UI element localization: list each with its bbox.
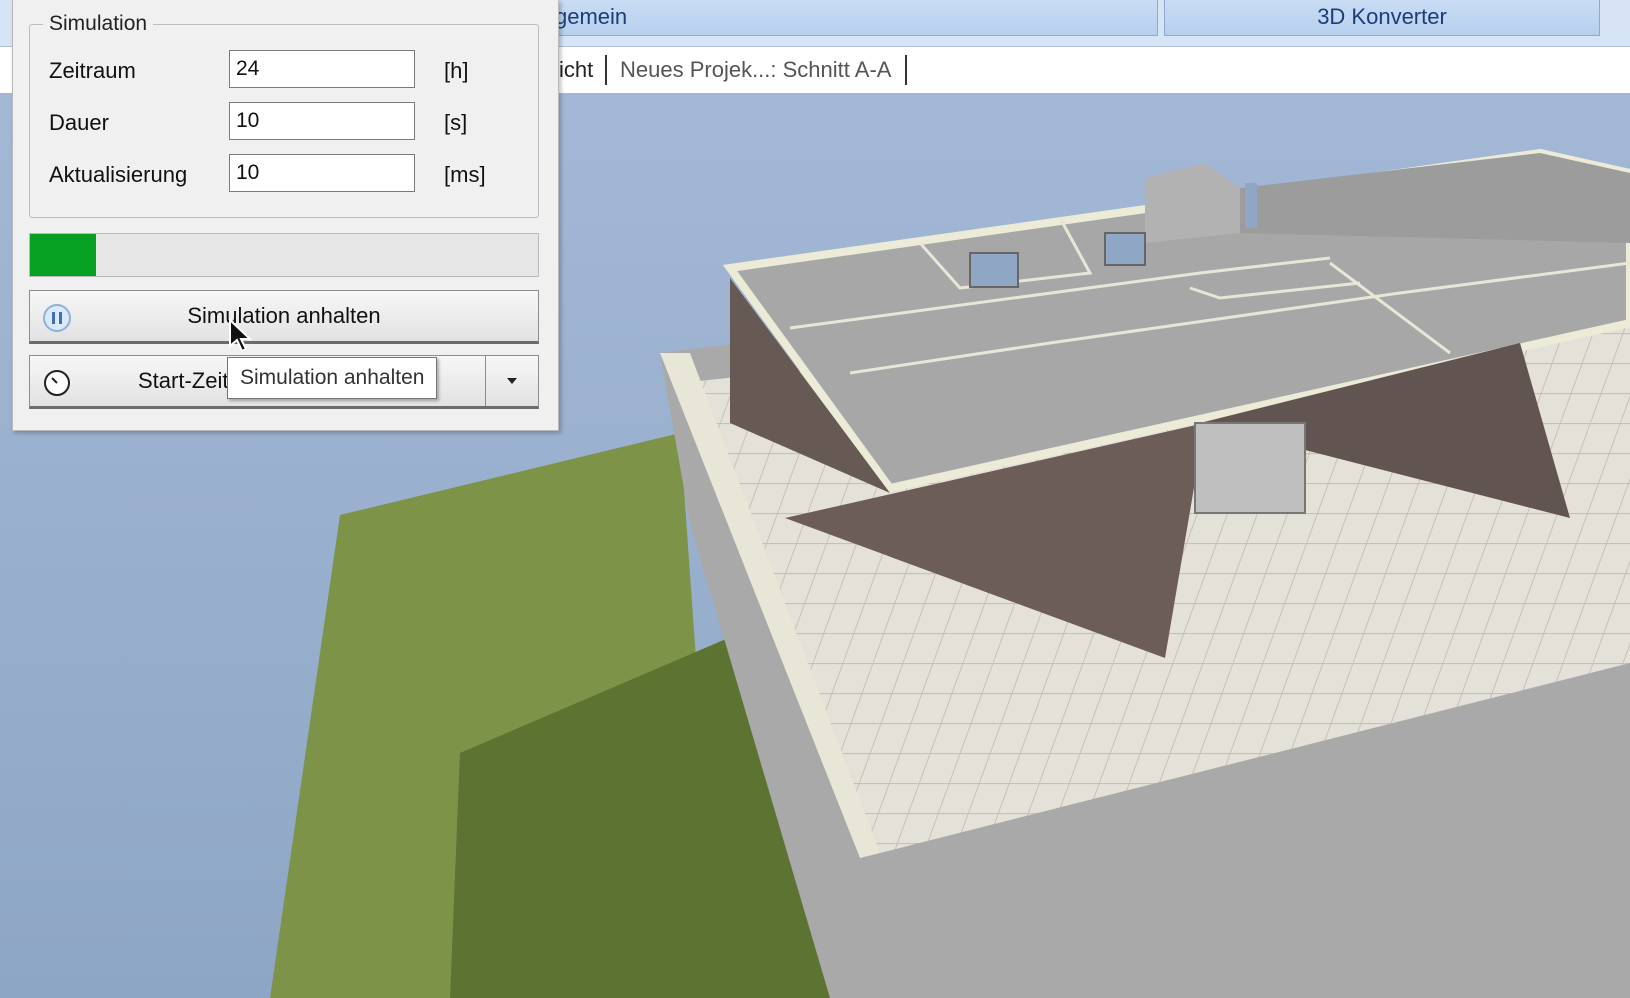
aktualisierung-input[interactable]: 10 [229, 154, 415, 192]
pause-icon [43, 304, 71, 332]
tab-separator [605, 55, 607, 85]
start-time-label: Start-Zeitp [138, 368, 241, 393]
dauer-label: Dauer [49, 110, 109, 135]
doc-tab-schnitt[interactable]: Neues Projek...: Schnitt A-A [620, 57, 891, 83]
mouse-cursor-icon [229, 318, 252, 353]
simulation-progress-bar [29, 233, 539, 277]
aktualisierung-unit: [ms] [444, 162, 486, 187]
aktualisierung-label: Aktualisierung [49, 162, 188, 187]
dauer-unit: [s] [444, 110, 468, 135]
clock-icon [44, 370, 70, 396]
pause-simulation-label: Simulation anhalten [187, 303, 381, 328]
tooltip: Simulation anhalten [227, 357, 438, 399]
zeitraum-unit: [h] [444, 58, 469, 83]
zeitraum-input[interactable]: 24 [229, 50, 415, 88]
tab-separator [905, 55, 907, 85]
ribbon-tab-allgemein[interactable]: gemein [548, 0, 1158, 36]
progress-fill [30, 234, 97, 276]
simulation-group-title: Simulation [43, 12, 154, 36]
chevron-down-icon [507, 378, 517, 384]
pause-simulation-button[interactable]: Simulation anhalten [29, 290, 539, 344]
ribbon-tab-3d-konverter[interactable]: 3D Konverter [1164, 0, 1600, 36]
dauer-input[interactable]: 10 [229, 102, 415, 140]
zeitraum-label: Zeitraum [49, 58, 136, 83]
start-time-dropdown-button[interactable] [485, 356, 538, 406]
